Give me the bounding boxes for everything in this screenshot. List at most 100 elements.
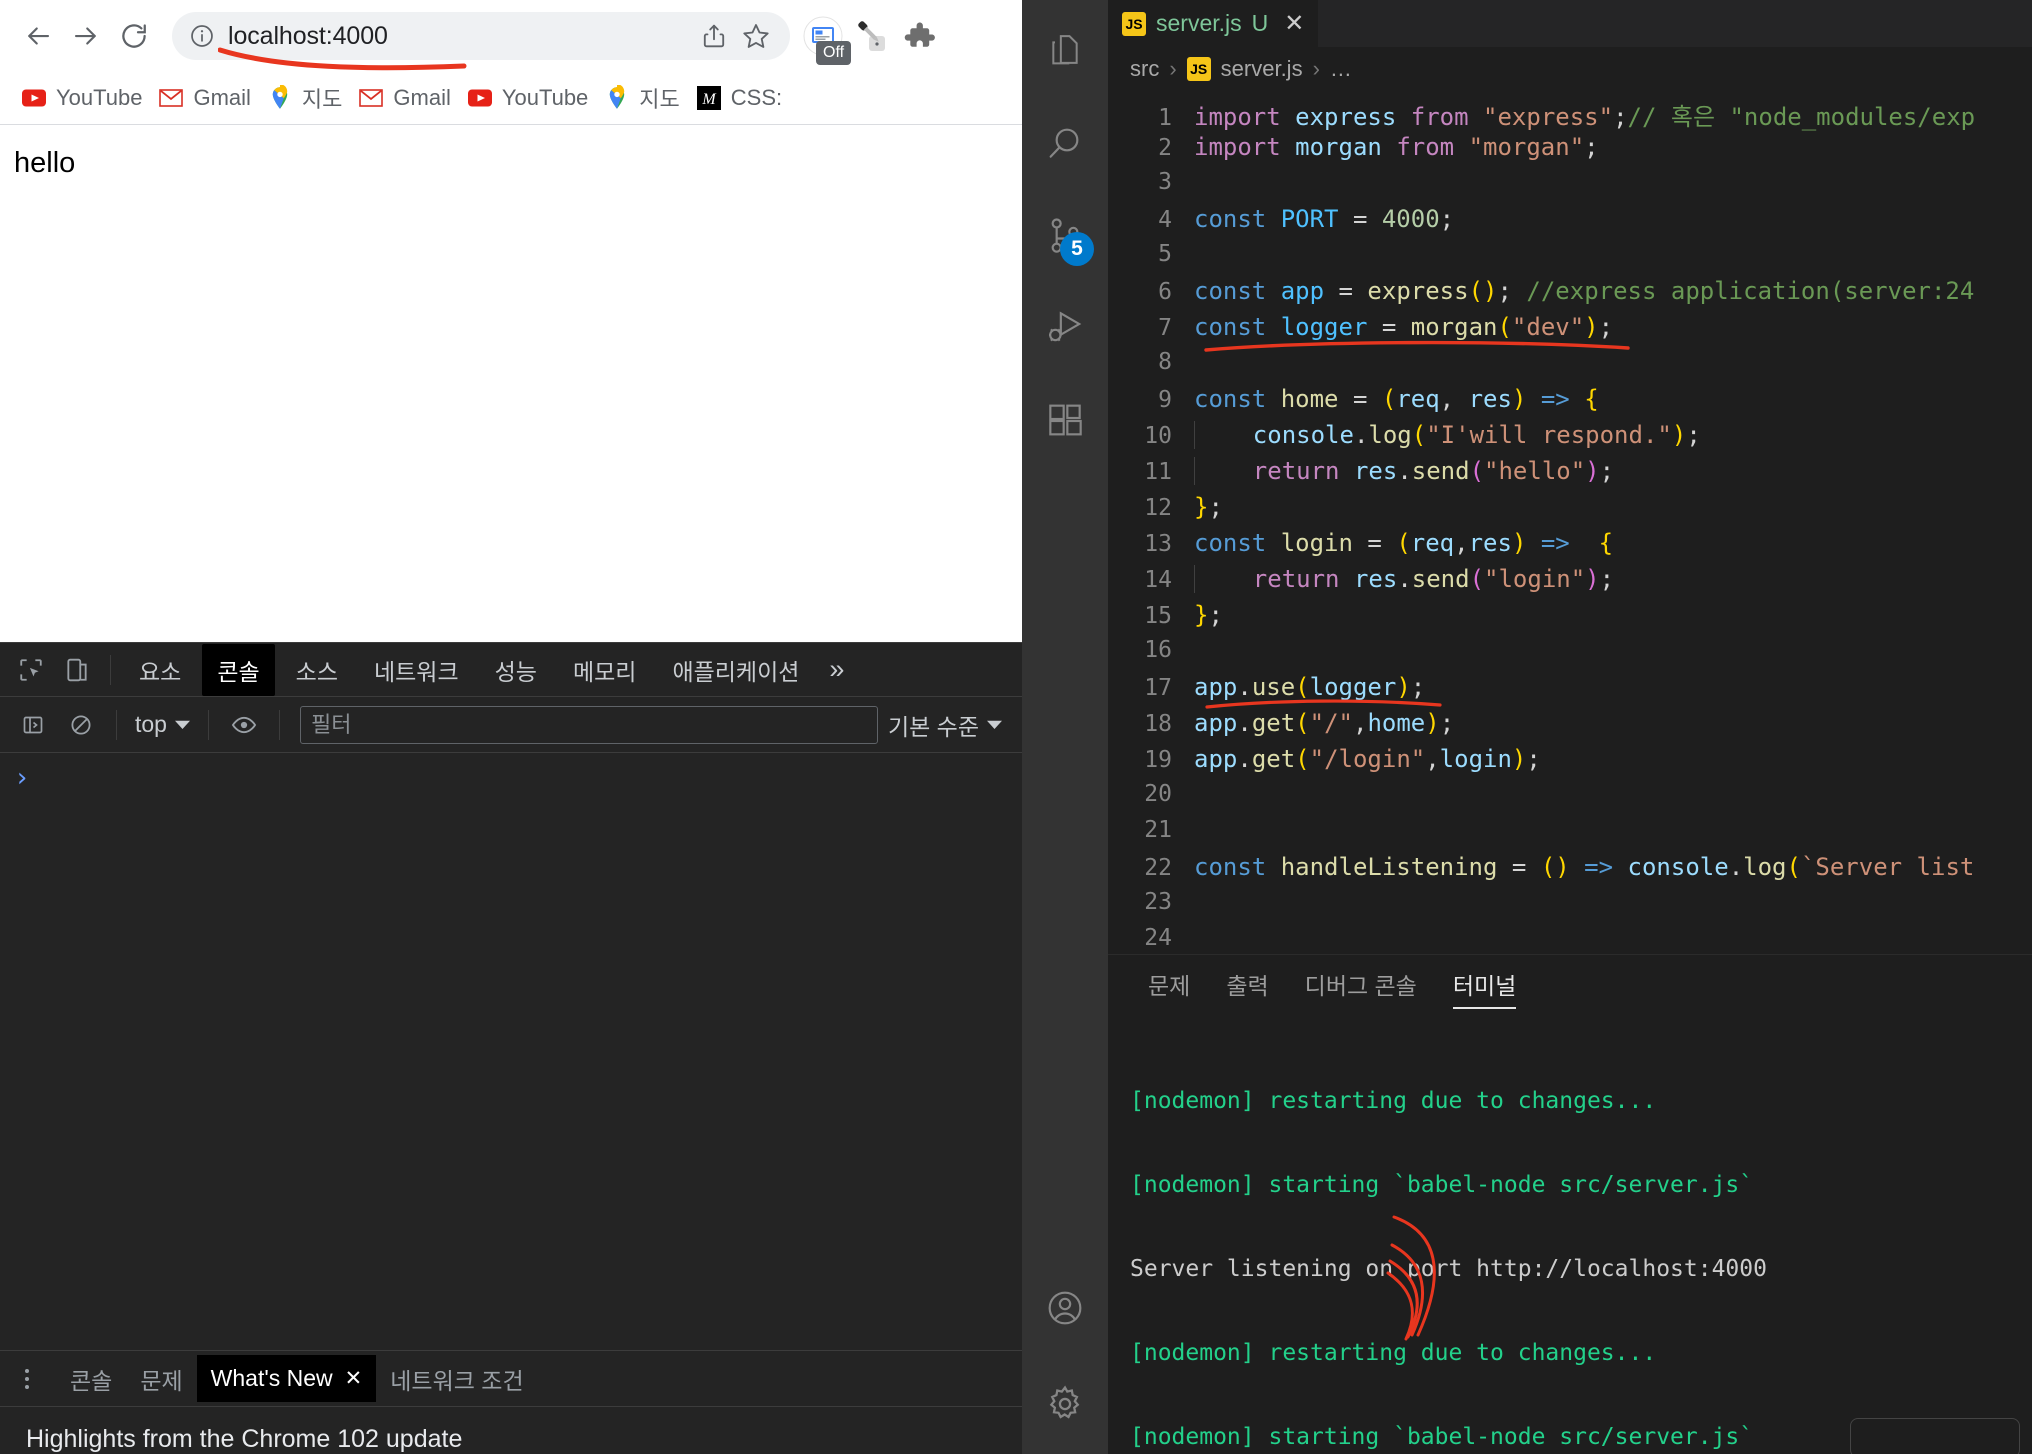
console-input-prompt[interactable]: › <box>0 753 1022 791</box>
bookmark-item[interactable]: 지도 <box>601 78 692 118</box>
drawer-tab-network-conditions[interactable]: 네트워크 조건 <box>376 1352 537 1406</box>
panel-tab-output[interactable]: 출력 <box>1208 957 1286 1011</box>
inspect-element-icon[interactable] <box>8 647 54 693</box>
devtools-tab-application[interactable]: 애플리케이션 <box>657 644 814 696</box>
run-and-debug-icon[interactable] <box>1022 282 1108 374</box>
code-line: 14 return res.send("login"); <box>1108 565 2032 601</box>
line-number: 24 <box>1144 925 1172 951</box>
console-log-level-selector[interactable]: 기본 수준 <box>888 708 1012 742</box>
code-line: 16 <box>1108 637 2032 673</box>
breadcrumb-folder[interactable]: src <box>1130 56 1159 82</box>
account-icon[interactable] <box>1022 1262 1108 1354</box>
source-control-icon[interactable]: 5 <box>1022 190 1108 282</box>
live-expression-icon[interactable] <box>221 702 267 748</box>
devtools-tab-sources[interactable]: 소스 <box>281 644 353 696</box>
bookmark-item[interactable]: M CSS: <box>693 81 795 115</box>
bookmark-label: Gmail <box>393 85 451 110</box>
omnibox-url[interactable]: localhost:4000 <box>228 22 690 51</box>
devtools-tab-performance[interactable]: 성능 <box>480 644 552 696</box>
explorer-icon[interactable] <box>1022 6 1108 98</box>
console-sidebar-icon[interactable] <box>10 702 56 748</box>
panel-tab-terminal[interactable]: 터미널 <box>1435 957 1534 1011</box>
site-info-icon[interactable] <box>188 22 216 50</box>
code-editor[interactable]: 1 import express from "express";// 혹은 "no… <box>1108 91 2032 954</box>
code-line: 17 app.use(logger); <box>1108 673 2032 709</box>
bookmarks-bar: YouTube Gmail 지도 Gmail YouTube 지도 M CSS: <box>0 72 1022 124</box>
youtube-icon <box>467 85 493 111</box>
devtools-tab-memory[interactable]: 메모리 <box>558 644 651 696</box>
bookmark-star-icon[interactable] <box>738 18 774 54</box>
console-context-selector[interactable]: top <box>129 711 196 738</box>
console-output-area[interactable]: › <box>0 753 1022 1351</box>
line-number: 20 <box>1144 781 1172 807</box>
vscode-window: 5 JS server.js U ✕ src › JS server.js › … <box>1022 0 2032 1454</box>
editor-tab-server-js[interactable]: JS server.js U ✕ <box>1108 0 1320 47</box>
code-text: app.use(logger); <box>1194 673 1426 701</box>
search-icon[interactable] <box>1022 98 1108 190</box>
drawer-tab-issues[interactable]: 문제 <box>126 1352 196 1406</box>
extensions-icon[interactable] <box>1022 374 1108 466</box>
clear-console-icon[interactable] <box>58 702 104 748</box>
line-number: 14 <box>1144 567 1172 593</box>
close-icon[interactable]: ✕ <box>1284 9 1304 38</box>
code-text: const app = express(); //express applica… <box>1194 277 1975 305</box>
devtools-tab-elements[interactable]: 요소 <box>124 644 196 696</box>
css-tricks-icon: M <box>696 85 722 111</box>
line-number: 16 <box>1144 637 1172 663</box>
line-number: 10 <box>1144 423 1172 449</box>
code-text: const handleListening = () => console.lo… <box>1194 853 1975 881</box>
drawer-tab-console[interactable]: 콘솔 <box>56 1352 126 1406</box>
bookmark-item[interactable]: YouTube <box>18 81 155 115</box>
bookmark-item[interactable]: Gmail <box>155 81 263 115</box>
line-number: 15 <box>1144 603 1172 629</box>
code-text: const logger = morgan("dev"); <box>1194 313 1614 341</box>
devtools-tab-network[interactable]: 네트워크 <box>359 644 474 696</box>
editor-area: JS server.js U ✕ src › JS server.js › … … <box>1108 0 2032 1454</box>
code-line: 13 const login = (req,res) => { <box>1108 529 2032 565</box>
omnibox[interactable]: localhost:4000 <box>172 12 790 60</box>
drawer-tab-whats-new[interactable]: What's New ✕ <box>196 1355 377 1402</box>
devtools-tabbar: 요소 콘솔 소스 네트워크 성능 메모리 애플리케이션 » <box>0 643 1022 697</box>
forward-button[interactable] <box>62 12 110 60</box>
reload-button[interactable] <box>110 12 158 60</box>
breadcrumb: src › JS server.js › … <box>1108 47 2032 91</box>
back-button[interactable] <box>14 12 62 60</box>
breadcrumb-file[interactable]: server.js <box>1221 56 1303 82</box>
console-context-value: top <box>135 711 167 737</box>
breadcrumb-separator: › <box>1312 56 1320 81</box>
drawer-content: Highlights from the Chrome 102 update <box>0 1407 1022 1454</box>
drawer-tabbar: 콘솔 문제 What's New ✕ 네트워크 조건 <box>0 1351 1022 1407</box>
extensions-puzzle-icon[interactable] <box>898 15 940 57</box>
line-number: 4 <box>1158 207 1172 233</box>
terminal-output[interactable]: [nodemon] restarting due to changes... [… <box>1108 1013 2032 1454</box>
gmail-icon <box>358 85 384 111</box>
terminal-line: [nodemon] starting `babel-node src/serve… <box>1130 1172 1754 1198</box>
devtools-tab-console[interactable]: 콘솔 <box>202 643 275 696</box>
bookmark-label: YouTube <box>56 85 143 110</box>
panel-tab-problems[interactable]: 문제 <box>1130 957 1208 1011</box>
filterbar-divider <box>278 709 280 740</box>
drawer-more-options-icon[interactable] <box>12 1368 42 1389</box>
panel-tab-debug-console[interactable]: 디버그 콘솔 <box>1287 957 1435 1011</box>
editor-tab-dirty-marker: U <box>1251 10 1269 36</box>
eyedropper-extension-icon[interactable] <box>850 15 892 57</box>
device-toolbar-icon[interactable] <box>54 647 100 693</box>
bookmark-item[interactable]: Gmail <box>355 81 463 115</box>
bookmark-item[interactable]: YouTube <box>464 81 601 115</box>
settings-gear-icon[interactable] <box>1022 1354 1108 1454</box>
page-viewport: hello <box>0 124 1022 642</box>
console-filter-input[interactable] <box>299 705 878 744</box>
line-number: 17 <box>1144 675 1172 701</box>
devtools-more-tabs-icon[interactable]: » <box>817 652 856 687</box>
bookmark-item[interactable]: 지도 <box>264 78 355 118</box>
chevron-down-icon <box>987 720 1002 729</box>
editor-tab-filename: server.js <box>1156 10 1242 36</box>
terminal-line: Server listening on port http://localhos… <box>1130 1256 1767 1282</box>
close-icon[interactable]: ✕ <box>345 1366 363 1391</box>
share-icon[interactable] <box>696 18 732 54</box>
bottom-panel: 문제 출력 디버그 콘솔 터미널 [nodemon] restarting du… <box>1108 954 2032 1454</box>
code-line: 4 const PORT = 4000; <box>1108 205 2032 241</box>
code-text: app.get("/",home); <box>1194 709 1455 737</box>
breadcrumb-ellipsis[interactable]: … <box>1330 56 1352 82</box>
page-preview-extension-icon[interactable]: Off <box>802 15 852 65</box>
